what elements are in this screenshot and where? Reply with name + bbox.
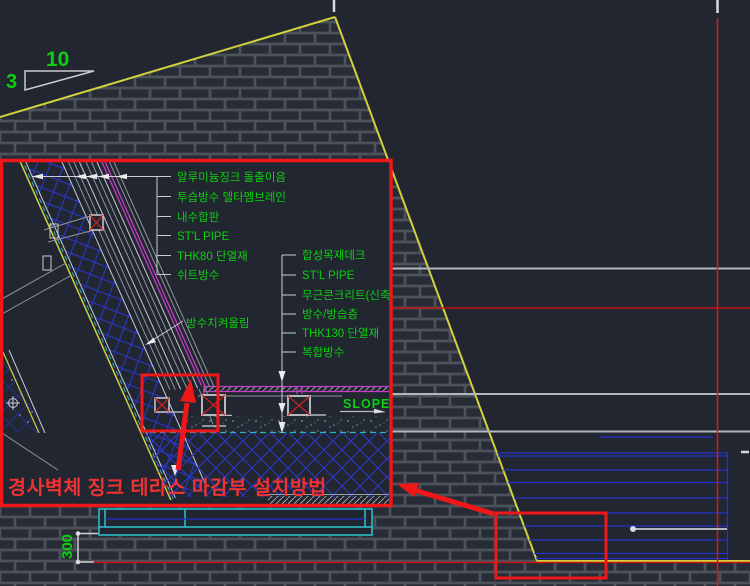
terrace-layer-label: THK130 단열재 — [302, 327, 379, 340]
wall-layer-label: 내수합판 — [177, 211, 220, 224]
terrace-layer-label: 복합방수 — [302, 346, 344, 359]
terrace-layer-label: 방수/방습층 — [302, 308, 358, 321]
wall-layer-label: THK80 단열재 — [177, 250, 248, 263]
slope-label: SLOPE — [343, 397, 390, 411]
dimension-300-value: 300 — [59, 534, 76, 559]
waterproofing-upturn-label: 방수치켜올림 — [186, 317, 249, 330]
slope-rise-value: 3 — [6, 71, 17, 93]
terrace-layer-label: 무근콘크리트(신축 — [302, 289, 390, 302]
terrace-layer-label: ST'L PIPE — [302, 270, 355, 282]
wall-layer-label: 알루미늄징크 돌출이음 — [177, 170, 286, 184]
slope-run-value: 10 — [46, 48, 69, 71]
terrace-slab-band — [99, 509, 372, 535]
cad-viewport: 300 10 3 — [0, 0, 750, 586]
wall-layer-label: 투습방수 델타멤브레인 — [177, 190, 286, 204]
terrace-layer-label: 합성목재데크 — [302, 249, 365, 262]
detail-view: 알루미늄징크 돌출이음 투습방수 델타멤브레인 내수합판 ST'L PIPE T… — [0, 115, 390, 505]
detail-title: 경사벽체 징크 테라스 마감부 설치방법 — [8, 477, 327, 499]
cad-drawing: 300 10 3 — [0, 0, 750, 586]
wall-layer-label: 쉬트방수 — [177, 269, 219, 282]
wall-layer-label: ST'L PIPE — [177, 231, 230, 243]
